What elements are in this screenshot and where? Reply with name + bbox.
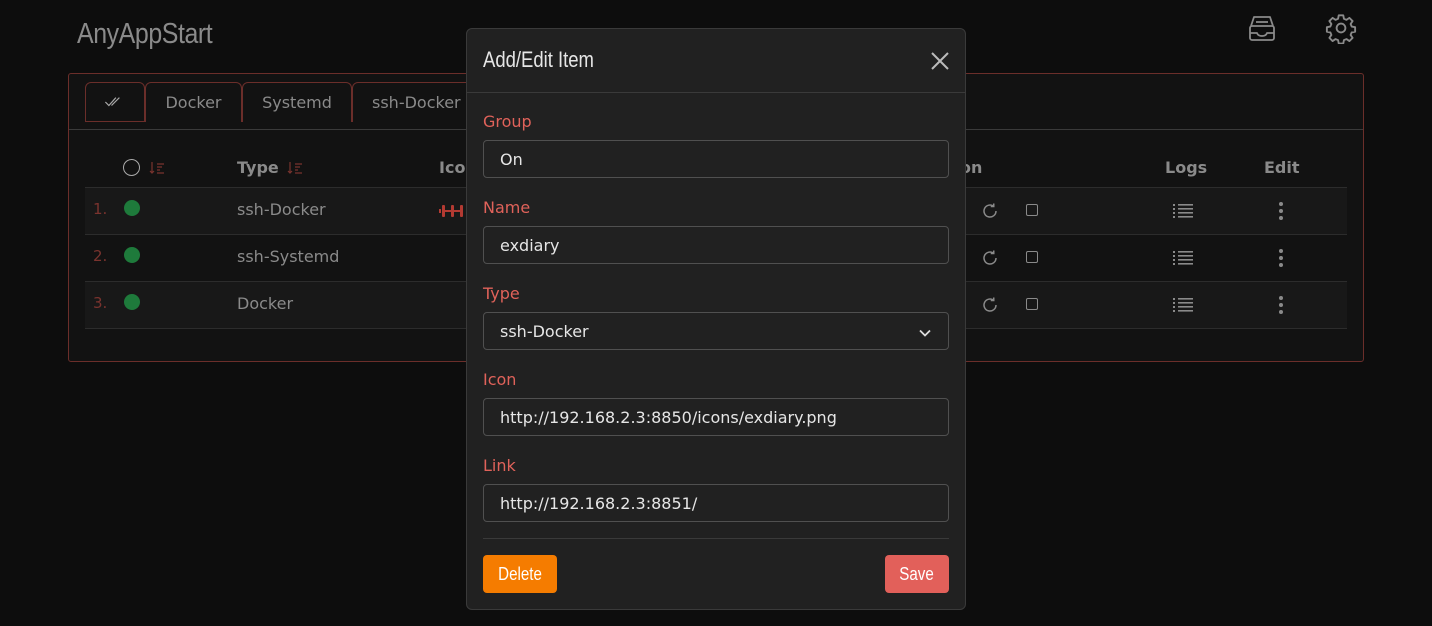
status-sort-icon[interactable] bbox=[123, 159, 140, 176]
link-url-input[interactable]: http://192.168.2.3:8851/ bbox=[483, 484, 949, 522]
type-select-value: ssh-Docker bbox=[500, 321, 589, 341]
row-type: Docker bbox=[237, 294, 294, 313]
save-button-label: Save bbox=[899, 563, 935, 584]
group-label: Group bbox=[483, 112, 532, 131]
edit-item-modal: Add/Edit Item Group On Name exdiary Type… bbox=[466, 28, 966, 610]
more-vertical-icon[interactable] bbox=[1271, 201, 1291, 221]
status-dot bbox=[124, 200, 140, 216]
modal-title: Add/Edit Item bbox=[483, 47, 594, 72]
link-label: Link bbox=[483, 456, 516, 475]
gear-icon[interactable] bbox=[1325, 12, 1357, 45]
logs-list-icon[interactable] bbox=[1173, 202, 1193, 220]
header-type[interactable]: Type bbox=[237, 158, 279, 177]
row-number: 1. bbox=[93, 200, 108, 218]
stop-icon[interactable] bbox=[1026, 298, 1038, 310]
save-button[interactable]: Save bbox=[885, 555, 949, 593]
type-label: Type bbox=[483, 284, 520, 303]
tab-docker[interactable]: Docker bbox=[145, 82, 242, 122]
name-label: Name bbox=[483, 198, 531, 217]
tab-ssh-docker[interactable]: ssh-Docker bbox=[352, 82, 480, 122]
type-sort-icon[interactable] bbox=[287, 161, 303, 175]
more-vertical-icon[interactable] bbox=[1271, 295, 1291, 315]
modal-divider bbox=[483, 538, 949, 539]
name-input[interactable]: exdiary bbox=[483, 226, 949, 264]
icon-url-input[interactable]: http://192.168.2.3:8850/icons/exdiary.pn… bbox=[483, 398, 949, 436]
close-icon[interactable] bbox=[929, 50, 951, 72]
more-vertical-icon[interactable] bbox=[1271, 248, 1291, 268]
status-dot bbox=[124, 294, 140, 310]
status-dot bbox=[124, 247, 140, 263]
sort-icon[interactable] bbox=[149, 161, 165, 175]
delete-button-label: Delete bbox=[498, 563, 542, 584]
modal-header: Add/Edit Item bbox=[467, 29, 965, 93]
type-select[interactable]: ssh-Docker bbox=[483, 312, 949, 350]
restart-icon[interactable] bbox=[981, 202, 999, 220]
row-number: 2. bbox=[93, 247, 108, 265]
row-type: ssh-Systemd bbox=[237, 247, 340, 266]
stop-icon[interactable] bbox=[1026, 251, 1038, 263]
tab-all[interactable] bbox=[85, 82, 145, 122]
stop-icon[interactable] bbox=[1026, 204, 1038, 216]
double-check-icon bbox=[104, 97, 120, 107]
row-number: 3. bbox=[93, 294, 108, 312]
header-edit: Edit bbox=[1264, 158, 1300, 177]
tab-systemd[interactable]: Systemd bbox=[242, 82, 352, 122]
app-logo-icon bbox=[439, 202, 467, 220]
header-logs: Logs bbox=[1165, 158, 1208, 177]
logs-list-icon[interactable] bbox=[1173, 296, 1193, 314]
logs-list-icon[interactable] bbox=[1173, 249, 1193, 267]
restart-icon[interactable] bbox=[981, 296, 999, 314]
delete-button[interactable]: Delete bbox=[483, 555, 557, 593]
restart-icon[interactable] bbox=[981, 249, 999, 267]
inbox-stack-icon[interactable] bbox=[1246, 12, 1278, 44]
chevron-down-icon bbox=[918, 325, 932, 339]
row-type: ssh-Docker bbox=[237, 200, 326, 219]
group-input[interactable]: On bbox=[483, 140, 949, 178]
icon-label: Icon bbox=[483, 370, 517, 389]
app-title: AnyAppStart bbox=[77, 18, 213, 50]
